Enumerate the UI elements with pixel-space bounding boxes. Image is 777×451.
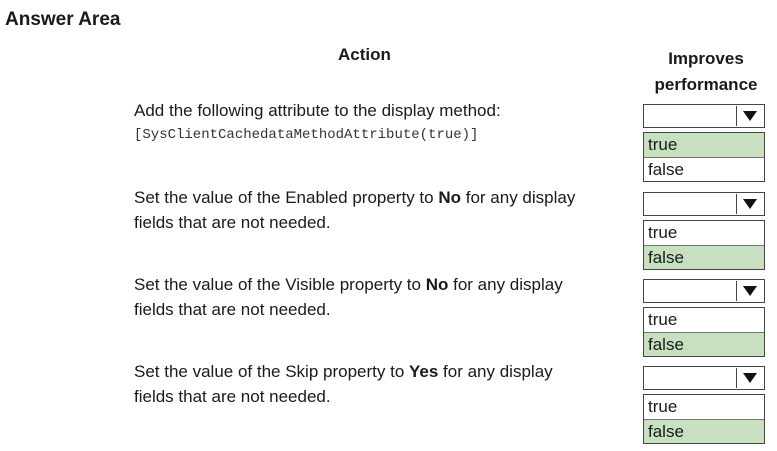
header-line-2: performance bbox=[654, 75, 758, 94]
dropdown-options: true false bbox=[643, 132, 765, 182]
text-post: for any display bbox=[461, 188, 576, 207]
option-true[interactable]: true bbox=[644, 221, 764, 245]
action-text: Set the value of the Enabled property to… bbox=[134, 185, 634, 210]
text-post: for any display bbox=[448, 275, 563, 294]
dropdown-row-2[interactable]: true false bbox=[643, 192, 765, 270]
option-false[interactable]: false bbox=[644, 419, 764, 443]
action-row-3: Set the value of the Visible property to… bbox=[134, 272, 634, 322]
text-pre: Set the value of the Visible property to bbox=[134, 275, 426, 294]
action-row-4: Set the value of the Skip property to Ye… bbox=[134, 359, 634, 409]
chevron-down-icon[interactable] bbox=[736, 194, 763, 214]
header-line-1: Improves bbox=[668, 49, 744, 68]
dropdown-header[interactable] bbox=[643, 366, 765, 390]
action-row-1: Add the following attribute to the displ… bbox=[134, 98, 634, 148]
option-false[interactable]: false bbox=[644, 245, 764, 269]
dropdown-options: true false bbox=[643, 394, 765, 444]
text-pre: Set the value of the Skip property to bbox=[134, 362, 409, 381]
chevron-down-icon[interactable] bbox=[736, 281, 763, 301]
action-row-2: Set the value of the Enabled property to… bbox=[134, 185, 634, 235]
chevron-down-icon[interactable] bbox=[736, 106, 763, 126]
text-post: for any display bbox=[438, 362, 553, 381]
action-text-line-2: fields that are not needed. bbox=[134, 213, 331, 232]
dropdown-row-3[interactable]: true false bbox=[643, 279, 765, 357]
code-snippet: [SysClientCachedataMethodAttribute(true)… bbox=[134, 127, 479, 143]
text-bold: No bbox=[425, 275, 449, 294]
option-false[interactable]: false bbox=[644, 332, 764, 356]
text-bold: Yes bbox=[409, 362, 439, 381]
chevron-down-icon[interactable] bbox=[736, 368, 763, 388]
option-true[interactable]: true bbox=[644, 133, 764, 157]
dropdown-row-1[interactable]: true false bbox=[643, 104, 765, 182]
dropdown-header[interactable] bbox=[643, 279, 765, 303]
action-text-line-2: fields that are not needed. bbox=[134, 387, 331, 406]
action-text: Add the following attribute to the displ… bbox=[134, 101, 501, 120]
dropdown-header[interactable] bbox=[643, 104, 765, 128]
dropdown-options: true false bbox=[643, 307, 765, 357]
action-column-header: Action bbox=[338, 45, 391, 64]
dropdown-row-4[interactable]: true false bbox=[643, 366, 765, 444]
option-false[interactable]: false bbox=[644, 157, 764, 181]
text-pre: Set the value of the Enabled property to bbox=[134, 188, 439, 207]
text-bold: No bbox=[438, 188, 461, 207]
option-true[interactable]: true bbox=[644, 308, 764, 332]
action-text: Set the value of the Skip property to Ye… bbox=[134, 359, 634, 384]
dropdown-options: true false bbox=[643, 220, 765, 270]
dropdown-header[interactable] bbox=[643, 192, 765, 216]
improves-performance-column-header: Improves performance bbox=[645, 46, 767, 98]
action-text: Set the value of the Visible property to… bbox=[134, 272, 634, 297]
answer-area-title: Answer Area bbox=[5, 9, 121, 30]
action-text-line-2: fields that are not needed. bbox=[134, 300, 331, 319]
option-true[interactable]: true bbox=[644, 395, 764, 419]
